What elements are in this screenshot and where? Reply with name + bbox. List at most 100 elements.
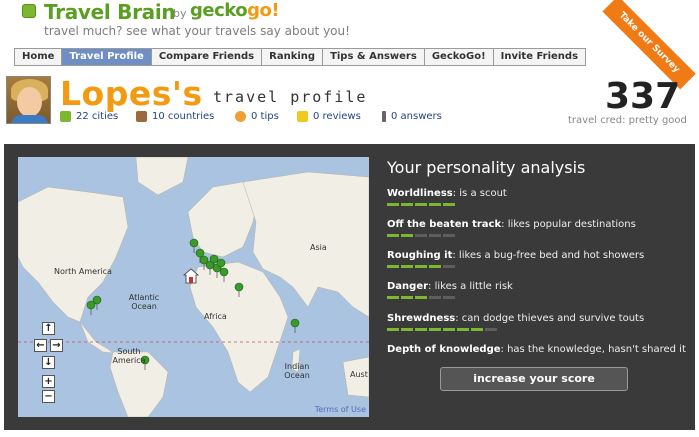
trait-bar-shrewdness bbox=[387, 328, 497, 331]
travel-cred-score: 337 bbox=[605, 76, 681, 117]
zoom-out-button[interactable]: − bbox=[42, 390, 55, 403]
trait-level-segment bbox=[429, 265, 441, 268]
map-label-asia: Asia bbox=[310, 243, 327, 252]
map-land-svg bbox=[18, 157, 369, 417]
tab-travel-profile[interactable]: Travel Profile bbox=[62, 49, 152, 66]
stat-countries[interactable]: 10 countries bbox=[136, 111, 214, 122]
trait-worldliness: Worldliness: is a scout bbox=[387, 188, 507, 199]
trait-desc: : likes popular destinations bbox=[501, 219, 636, 230]
trait-name: Roughing it bbox=[387, 250, 453, 261]
stat-tips[interactable]: 0 tips bbox=[235, 111, 279, 122]
tips-icon bbox=[235, 111, 246, 122]
travel-map[interactable]: North America Atlantic Ocean South Ameri… bbox=[18, 157, 369, 417]
pan-up-button[interactable]: ↑ bbox=[42, 322, 55, 335]
trait-depth-of-knowledge: Depth of knowledge: has the knowledge, h… bbox=[387, 344, 686, 355]
stat-countries-text: 10 countries bbox=[152, 111, 215, 122]
trait-roughing-it: Roughing it: likes a bug-free bed and ho… bbox=[387, 250, 644, 261]
trait-name: Worldliness bbox=[387, 188, 453, 199]
trait-name: Shrewdness bbox=[387, 313, 456, 324]
trait-level-segment bbox=[429, 203, 441, 206]
trait-shrewdness: Shrewdness: can dodge thieves and surviv… bbox=[387, 313, 644, 324]
trait-desc: : likes a bug-free bed and hot showers bbox=[452, 250, 645, 261]
map-label-aust: Aust bbox=[350, 370, 368, 379]
trait-level-segment bbox=[429, 328, 441, 331]
trait-level-segment bbox=[387, 234, 399, 237]
answer-icon bbox=[382, 111, 386, 122]
stat-answers-text: 0 answers bbox=[391, 111, 442, 122]
avatar bbox=[6, 76, 51, 124]
geckogo-logo-part-b: go! bbox=[247, 0, 280, 21]
tab-compare-friends[interactable]: Compare Friends bbox=[151, 49, 263, 66]
trait-name: Depth of knowledge bbox=[387, 344, 501, 355]
geckogo-logo[interactable]: geckogo! bbox=[190, 0, 280, 21]
map-label-indian: Indian Ocean bbox=[284, 362, 310, 380]
trait-level-segment bbox=[415, 328, 427, 331]
trait-level-segment bbox=[443, 265, 455, 268]
pan-left-button[interactable]: ← bbox=[34, 339, 47, 352]
trait-name: Danger bbox=[387, 281, 429, 292]
trait-level-segment bbox=[457, 328, 469, 331]
trait-level-segment bbox=[415, 203, 427, 206]
trait-level-segment bbox=[471, 328, 483, 331]
stat-cities[interactable]: 22 cities bbox=[60, 111, 118, 122]
trait-level-segment bbox=[443, 234, 455, 237]
tagline: travel much? see what your travels say a… bbox=[44, 24, 350, 38]
tab-home[interactable]: Home bbox=[14, 49, 63, 66]
star-icon bbox=[297, 111, 308, 122]
trait-danger: Danger: likes a little risk bbox=[387, 281, 513, 292]
analysis-title: Your personality analysis bbox=[387, 158, 586, 177]
trait-level-segment bbox=[387, 265, 399, 268]
pan-right-button[interactable]: → bbox=[50, 339, 63, 352]
trait-level-segment bbox=[387, 296, 399, 299]
trait-level-segment bbox=[443, 328, 455, 331]
stat-cities-text: 22 cities bbox=[76, 111, 119, 122]
trait-level-segment bbox=[401, 265, 413, 268]
trait-level-segment bbox=[429, 296, 441, 299]
pan-down-button[interactable]: ↓ bbox=[42, 356, 55, 369]
stat-answers[interactable]: 0 answers bbox=[382, 111, 442, 122]
trait-desc: : is a scout bbox=[452, 188, 507, 199]
trait-level-segment bbox=[401, 203, 413, 206]
trait-desc: : has the knowledge, hasn't shared it bbox=[500, 344, 686, 355]
travel-brain-logo[interactable]: Travel Brain bbox=[44, 0, 176, 24]
trait-bar-danger bbox=[387, 296, 455, 299]
geckogo-logo-part-a: gecko bbox=[190, 0, 248, 21]
terms-of-use-link[interactable]: Terms of Use bbox=[315, 405, 366, 414]
stat-tips-text: 0 tips bbox=[251, 111, 279, 122]
trait-level-segment bbox=[485, 328, 497, 331]
map-label-south-america: South America bbox=[112, 347, 146, 365]
increase-score-button[interactable]: increase your score bbox=[440, 367, 628, 391]
trait-level-segment bbox=[401, 328, 413, 331]
tab-geckogo[interactable]: GeckoGo! bbox=[424, 49, 494, 66]
country-icon bbox=[136, 111, 147, 122]
map-label-north-america: North America bbox=[54, 267, 112, 276]
stat-reviews[interactable]: 0 reviews bbox=[297, 111, 361, 122]
trait-name: Off the beaten track bbox=[387, 219, 502, 230]
tab-invite-friends[interactable]: Invite Friends bbox=[493, 49, 587, 66]
home-pin bbox=[182, 268, 200, 284]
logo-by-text: by bbox=[173, 7, 187, 20]
trait-level-segment bbox=[401, 234, 413, 237]
trait-level-segment bbox=[429, 234, 441, 237]
trait-bar-worldliness bbox=[387, 203, 455, 206]
stat-reviews-text: 0 reviews bbox=[313, 111, 361, 122]
tab-tips-answers[interactable]: Tips & Answers bbox=[323, 49, 425, 66]
personality-panel: North America Atlantic Ocean South Ameri… bbox=[4, 144, 695, 430]
trait-level-segment bbox=[401, 296, 413, 299]
zoom-in-button[interactable]: + bbox=[42, 375, 55, 388]
city-icon bbox=[60, 111, 71, 122]
profile-subtitle: travel profile bbox=[213, 88, 368, 106]
trait-level-segment bbox=[387, 203, 399, 206]
trait-desc: : likes a little risk bbox=[428, 281, 513, 292]
tab-ranking[interactable]: Ranking bbox=[262, 49, 324, 66]
map-label-atlantic: Atlantic Ocean bbox=[128, 293, 160, 311]
trait-level-segment bbox=[415, 265, 427, 268]
trait-bar-roughing-it bbox=[387, 265, 455, 268]
main-nav: Home Travel Profile Compare Friends Rank… bbox=[14, 48, 587, 66]
travel-brain-logo-icon bbox=[22, 4, 36, 18]
profile-name: Lopes's bbox=[60, 74, 203, 113]
trait-level-segment bbox=[415, 296, 427, 299]
trait-level-segment bbox=[415, 234, 427, 237]
travel-cred-label: travel cred: pretty good bbox=[568, 115, 687, 126]
map-label-africa: Africa bbox=[204, 312, 227, 321]
